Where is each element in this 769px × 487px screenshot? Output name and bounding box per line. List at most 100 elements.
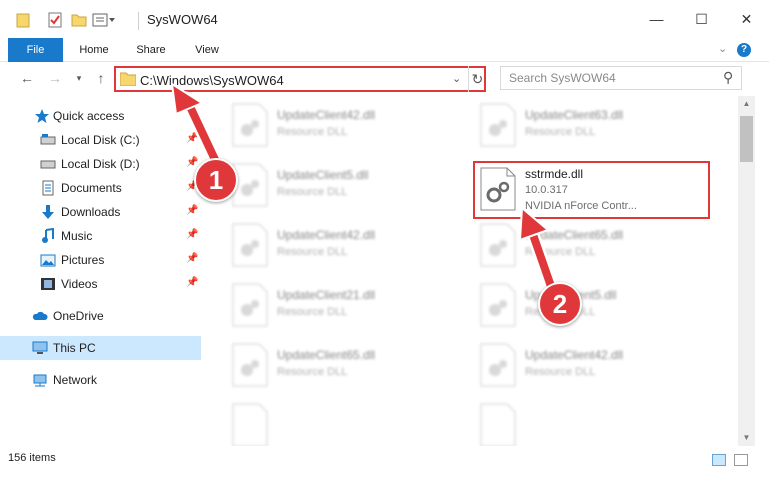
title-separator xyxy=(138,12,139,30)
maximize-button[interactable]: ☐ xyxy=(679,0,724,38)
refresh-icon[interactable]: ↻ xyxy=(468,66,486,92)
navigation-pane: Quick access Local Disk (C:) 📌 Local Dis… xyxy=(0,96,201,446)
search-placeholder[interactable]: Search SysWOW64 xyxy=(509,71,616,85)
file-type: Resource DLL xyxy=(277,366,348,378)
sidebar-item-network[interactable]: Network xyxy=(0,368,201,392)
forward-arrow-icon[interactable]: → xyxy=(46,69,64,87)
window-title: SysWOW64 xyxy=(147,12,218,27)
file-name: UpdateClient21.dll xyxy=(277,288,376,302)
sidebar-item-onedrive[interactable]: OneDrive xyxy=(0,304,201,328)
sidebar-item-pictures[interactable]: Pictures 📌 xyxy=(0,248,201,272)
details-view-icon[interactable] xyxy=(712,454,726,466)
file-type: Resource DLL xyxy=(277,306,348,318)
music-icon xyxy=(42,228,54,243)
recent-locations-icon[interactable]: ▾ xyxy=(70,69,88,87)
tab-view[interactable]: View xyxy=(186,38,228,62)
drive-icon xyxy=(40,160,56,169)
file-type: Resource DLL xyxy=(277,126,348,138)
step-marker-1: 1 xyxy=(194,158,238,202)
file-name: UpdateClient65.dll xyxy=(525,228,624,242)
help-icon[interactable]: ? xyxy=(737,43,751,57)
folder-icon xyxy=(120,72,136,86)
sidebar-item-label: Local Disk (C:) xyxy=(61,133,140,147)
sidebar-item-label: Videos xyxy=(61,277,98,291)
sidebar-item-label: Downloads xyxy=(61,205,121,219)
dll-file-icon xyxy=(480,343,516,387)
list-item[interactable] xyxy=(477,398,712,446)
pictures-icon xyxy=(40,254,56,267)
file-type: Resource DLL xyxy=(277,246,348,258)
tab-file[interactable]: File xyxy=(8,38,63,62)
file-list: UpdateClient42.dll Resource DLL UpdateCl… xyxy=(203,96,738,446)
list-item[interactable]: UpdateClient5.dll Resource DLL xyxy=(477,278,712,332)
address-dropdown-icon[interactable]: ⌄ xyxy=(452,72,461,85)
sidebar-item-videos[interactable]: Videos 📌 xyxy=(0,272,201,296)
new-folder-icon[interactable] xyxy=(71,12,87,28)
ribbon-expand-icon[interactable]: ⌄ xyxy=(718,42,727,55)
highlight-box xyxy=(473,161,710,219)
sidebar-item-this-pc[interactable]: This PC xyxy=(0,336,201,360)
sidebar-item-documents[interactable]: Documents 📌 xyxy=(0,176,201,200)
step-marker-2: 2 xyxy=(538,282,582,326)
videos-icon xyxy=(41,278,55,290)
properties-icon[interactable] xyxy=(16,12,30,28)
navigation-row: ← → ▾ ↑ C:\Windows\SysWOW64 ⌄ ↻ Search S… xyxy=(0,62,769,96)
back-arrow-icon[interactable]: ← xyxy=(18,69,36,87)
pin-icon: 📌 xyxy=(186,253,199,264)
sidebar-item-music[interactable]: Music 📌 xyxy=(0,224,201,248)
sidebar-item-label: This PC xyxy=(53,341,96,355)
list-item[interactable]: UpdateClient5.dll Resource DLL xyxy=(229,158,464,212)
file-type: Resource DLL xyxy=(525,126,596,138)
list-item[interactable]: UpdateClient65.dll Resource DLL xyxy=(477,218,712,272)
list-item[interactable] xyxy=(229,398,464,446)
ribbon-tabs: File Home Share View ⌄ ? xyxy=(0,38,769,62)
drive-icon xyxy=(40,134,56,145)
address-path[interactable]: C:\Windows\SysWOW64 xyxy=(140,73,284,88)
tab-home[interactable]: Home xyxy=(72,38,116,62)
sidebar-item-local-disk-c[interactable]: Local Disk (C:) 📌 xyxy=(0,128,201,152)
sidebar-item-label: Pictures xyxy=(61,253,105,267)
list-item[interactable]: UpdateClient63.dll Resource DLL xyxy=(477,98,712,152)
scroll-thumb[interactable] xyxy=(740,116,753,162)
scroll-down-icon[interactable]: ▼ xyxy=(738,430,755,446)
sidebar-item-downloads[interactable]: Downloads 📌 xyxy=(0,200,201,224)
minimize-button[interactable]: — xyxy=(634,0,679,38)
large-icons-view-icon[interactable] xyxy=(734,454,748,466)
documents-icon xyxy=(42,180,54,196)
up-arrow-icon[interactable]: ↑ xyxy=(92,69,110,87)
star-icon xyxy=(35,109,49,123)
sidebar-item-local-disk-d[interactable]: Local Disk (D:) 📌 xyxy=(0,152,201,176)
file-type: Resource DLL xyxy=(525,366,596,378)
download-icon xyxy=(42,205,54,219)
close-button[interactable]: ✕ xyxy=(724,0,769,38)
file-name: UpdateClient42.dll xyxy=(277,108,376,122)
address-bar[interactable]: C:\Windows\SysWOW64 ⌄ ↻ xyxy=(114,66,486,92)
list-item[interactable]: UpdateClient21.dll Resource DLL xyxy=(229,278,464,332)
checklist-icon[interactable] xyxy=(47,12,63,28)
list-item[interactable]: UpdateClient65.dll Resource DLL xyxy=(229,338,464,392)
dll-file-icon xyxy=(232,103,268,147)
computer-icon xyxy=(32,341,48,354)
sidebar-item-label: Quick access xyxy=(53,109,125,123)
dll-file-icon xyxy=(480,103,516,147)
dll-file-icon xyxy=(480,283,516,327)
sidebar-item-label: Documents xyxy=(61,181,122,195)
sidebar-item-label: Network xyxy=(53,373,98,387)
vertical-scrollbar[interactable]: ▲ ▼ xyxy=(738,96,755,446)
list-item[interactable]: UpdateClient42.dll Resource DLL xyxy=(229,98,464,152)
search-box[interactable]: Search SysWOW64 ⚲ xyxy=(500,66,742,90)
search-icon[interactable]: ⚲ xyxy=(723,69,733,86)
sidebar-item-label: Music xyxy=(61,229,93,243)
tab-share[interactable]: Share xyxy=(128,38,174,62)
scroll-up-icon[interactable]: ▲ xyxy=(738,96,755,112)
file-name: UpdateClient5.dll xyxy=(277,168,369,182)
sidebar-item-quick-access[interactable]: Quick access xyxy=(0,104,201,128)
file-name: UpdateClient63.dll xyxy=(525,108,624,122)
customize-toolbar-icon[interactable] xyxy=(92,12,116,28)
cloud-icon xyxy=(32,311,48,320)
file-type: Resource DLL xyxy=(525,246,596,258)
list-item[interactable]: UpdateClient42.dll Resource DLL xyxy=(477,338,712,392)
list-item[interactable]: UpdateClient42.dll Resource DLL xyxy=(229,218,464,272)
dll-file-icon xyxy=(480,223,516,267)
dll-file-icon xyxy=(232,403,268,446)
